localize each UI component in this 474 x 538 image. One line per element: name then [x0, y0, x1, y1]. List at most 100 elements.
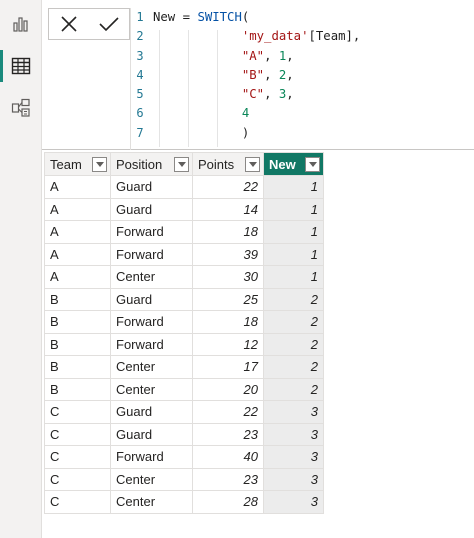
line-number: 1 — [136, 10, 144, 24]
cell-points[interactable]: 39 — [192, 242, 264, 266]
filter-dropdown-button[interactable] — [174, 157, 189, 172]
cancel-formula-button[interactable] — [49, 9, 89, 39]
table-row[interactable]: C Guard 23 3 — [44, 422, 324, 446]
cell-new[interactable]: 1 — [263, 197, 324, 221]
cell-new[interactable]: 3 — [263, 467, 324, 491]
cell-points[interactable]: 14 — [192, 197, 264, 221]
cell-team[interactable]: C — [44, 490, 111, 514]
model-view-button[interactable] — [0, 88, 42, 128]
cell-position[interactable]: Guard — [110, 287, 193, 311]
cell-new[interactable]: 1 — [263, 242, 324, 266]
filter-dropdown-button[interactable] — [92, 157, 107, 172]
table-row[interactable]: B Forward 18 2 — [44, 310, 324, 334]
cell-team[interactable]: B — [44, 332, 111, 356]
cell-position[interactable]: Center — [110, 467, 193, 491]
table-row[interactable]: A Guard 22 1 — [44, 175, 324, 199]
cell-team[interactable]: A — [44, 220, 111, 244]
cell-points[interactable]: 22 — [192, 175, 264, 199]
cell-new[interactable]: 1 — [263, 175, 324, 199]
cell-team[interactable]: C — [44, 400, 111, 424]
cell-team[interactable]: B — [44, 287, 111, 311]
cell-points[interactable]: 22 — [192, 400, 264, 424]
string-literal: "B" — [241, 67, 265, 82]
column-header-new[interactable]: New — [263, 152, 324, 176]
table-row[interactable]: A Forward 18 1 — [44, 220, 324, 244]
number-literal: 3 — [278, 87, 287, 102]
cell-points[interactable]: 18 — [192, 220, 264, 244]
line-number: 7 — [136, 125, 144, 140]
table-row[interactable]: C Guard 22 3 — [44, 400, 324, 424]
cell-position[interactable]: Center — [110, 265, 193, 289]
cell-team[interactable]: B — [44, 377, 111, 401]
cell-points[interactable]: 23 — [192, 467, 264, 491]
formula-editor[interactable]: 1 2 3 4 5 6 7 New = SWITCH( 'my_data'[Te… — [130, 8, 474, 150]
cell-position[interactable]: Forward — [110, 220, 193, 244]
table-row[interactable]: C Forward 40 3 — [44, 445, 324, 469]
cell-new[interactable]: 2 — [263, 355, 324, 379]
cell-team[interactable]: A — [44, 265, 111, 289]
cell-points[interactable]: 30 — [192, 265, 264, 289]
cell-new[interactable]: 3 — [263, 490, 324, 514]
column-header-team[interactable]: Team — [44, 152, 111, 176]
table-row[interactable]: A Center 30 1 — [44, 265, 324, 289]
filter-dropdown-button[interactable] — [305, 157, 320, 172]
cell-points[interactable]: 18 — [192, 310, 264, 334]
cell-points[interactable]: 40 — [192, 445, 264, 469]
cell-team[interactable]: C — [44, 422, 111, 446]
table-row[interactable]: C Center 28 3 — [44, 490, 324, 514]
filter-dropdown-button[interactable] — [245, 157, 260, 172]
cell-position[interactable]: Forward — [110, 445, 193, 469]
cell-position[interactable]: Forward — [110, 242, 193, 266]
cell-team[interactable]: A — [44, 242, 111, 266]
cell-team[interactable]: C — [44, 467, 111, 491]
cell-points[interactable]: 12 — [192, 332, 264, 356]
data-view-button[interactable] — [0, 46, 42, 86]
cell-team[interactable]: B — [44, 355, 111, 379]
column-header-position[interactable]: Position — [110, 152, 193, 176]
table-row[interactable]: B Center 17 2 — [44, 355, 324, 379]
cell-new[interactable]: 2 — [263, 287, 324, 311]
cell-team[interactable]: A — [44, 175, 111, 199]
formula-bar: 1 2 3 4 5 6 7 New = SWITCH( 'my_data'[Te… — [42, 0, 474, 150]
commit-formula-button[interactable] — [89, 9, 129, 39]
cell-position[interactable]: Guard — [110, 175, 193, 199]
code-line: New = SWITCH( — [153, 10, 250, 24]
column-header-label: Team — [50, 157, 82, 173]
cell-new[interactable]: 2 — [263, 310, 324, 334]
cell-position[interactable]: Center — [110, 490, 193, 514]
cell-position[interactable]: Guard — [110, 422, 193, 446]
report-view-button[interactable] — [0, 4, 42, 44]
cell-position[interactable]: Center — [110, 355, 193, 379]
cell-points[interactable]: 17 — [192, 355, 264, 379]
column-header-label: Points — [198, 157, 235, 173]
cell-new[interactable]: 3 — [263, 445, 324, 469]
cell-new[interactable]: 3 — [263, 400, 324, 424]
cell-position[interactable]: Forward — [110, 332, 193, 356]
cell-position[interactable]: Center — [110, 377, 193, 401]
table-row[interactable]: A Forward 39 1 — [44, 242, 324, 266]
table-row[interactable]: B Guard 25 2 — [44, 287, 324, 311]
column-header-points[interactable]: Points — [192, 152, 264, 176]
cell-new[interactable]: 1 — [263, 220, 324, 244]
cell-points[interactable]: 23 — [192, 422, 264, 446]
cell-team[interactable]: B — [44, 310, 111, 334]
table-row[interactable]: B Forward 12 2 — [44, 332, 324, 356]
cell-new[interactable]: 2 — [263, 332, 324, 356]
table-row[interactable]: A Guard 14 1 — [44, 197, 324, 221]
cell-points[interactable]: 25 — [192, 287, 264, 311]
cell-team[interactable]: C — [44, 445, 111, 469]
cell-position[interactable]: Guard — [110, 197, 193, 221]
table-reference: 'my_data' — [241, 29, 309, 44]
cell-new[interactable]: 3 — [263, 422, 324, 446]
table-row[interactable]: C Center 23 3 — [44, 467, 324, 491]
table-row[interactable]: B Center 20 2 — [44, 377, 324, 401]
cell-points[interactable]: 28 — [192, 490, 264, 514]
cell-team[interactable]: A — [44, 197, 111, 221]
cell-points[interactable]: 20 — [192, 377, 264, 401]
code-line: 4 — [153, 104, 360, 123]
cell-position[interactable]: Guard — [110, 400, 193, 424]
cell-new[interactable]: 1 — [263, 265, 324, 289]
cell-new[interactable]: 2 — [263, 377, 324, 401]
cell-position[interactable]: Forward — [110, 310, 193, 334]
data-table: Team Position Points New A Guard 22 1 A … — [44, 152, 324, 514]
